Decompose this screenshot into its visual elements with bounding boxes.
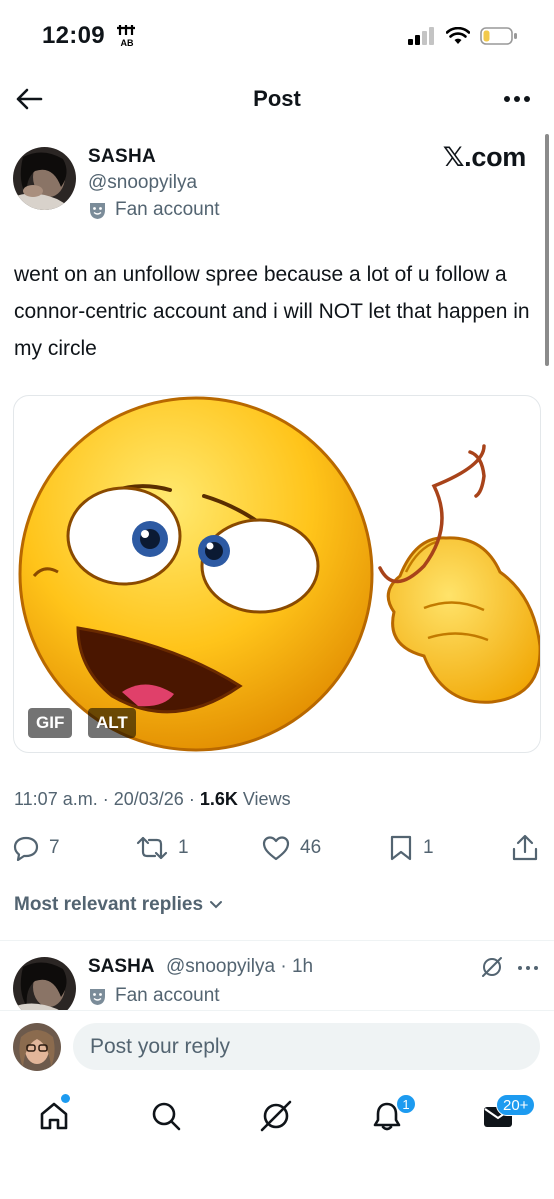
home-icon: [40, 1102, 68, 1130]
confused-emoji-image: [18, 396, 540, 752]
battery-icon: [480, 27, 517, 45]
status-time: 12:09: [42, 22, 105, 49]
gif-badge: GIF: [28, 708, 73, 738]
tab-search[interactable]: [144, 1094, 188, 1138]
theater-mask-icon: [90, 988, 105, 1005]
reply-author-name[interactable]: SASHA: [88, 956, 155, 978]
alt-text-button[interactable]: ALT: [88, 708, 136, 738]
grok-icon: [260, 1100, 292, 1132]
avatar-image: [13, 147, 76, 210]
messages-badge: 20+: [496, 1094, 536, 1116]
post-meta: 11:07 a.m. · 20/03/26 · 1.6K Views: [14, 789, 291, 809]
search-icon: [152, 1102, 181, 1131]
more-horizontal-icon[interactable]: [516, 960, 540, 976]
status-bar: 12:09 AB: [0, 0, 554, 70]
divider: [0, 940, 554, 941]
reply-button[interactable]: 7: [13, 830, 60, 866]
wifi-icon: [446, 27, 470, 44]
my-avatar[interactable]: [13, 1023, 61, 1071]
repost-button[interactable]: 1: [136, 830, 189, 866]
theater-mask-icon: [90, 202, 105, 219]
like-button[interactable]: 46: [262, 830, 321, 866]
chevron-down-icon: [210, 901, 223, 909]
signal-bars-icon: [408, 27, 434, 45]
page-title: Post: [253, 86, 301, 111]
reply-icon: [13, 836, 39, 861]
views-count[interactable]: 1.6K: [200, 789, 238, 809]
share-button[interactable]: [512, 830, 538, 866]
post-actions: 7 1 46 1: [0, 830, 554, 866]
bookmark-count: 1: [423, 837, 434, 858]
repost-icon: [136, 836, 168, 860]
post-media-gif[interactable]: GIF ALT: [13, 395, 541, 753]
author-name[interactable]: SASHA: [88, 146, 156, 168]
heart-icon: [262, 836, 290, 861]
music-note-icon: AB: [117, 25, 135, 48]
author-handle[interactable]: @snoopyilya: [88, 172, 197, 194]
reply-count: 7: [49, 837, 60, 858]
notifications-badge: 1: [396, 1094, 416, 1114]
fan-account-badge: Fan account: [88, 199, 220, 221]
home-unread-dot: [61, 1094, 70, 1103]
scrollbar[interactable]: [545, 134, 549, 366]
post-date: 20/03/26: [113, 789, 184, 809]
like-count: 46: [300, 837, 322, 858]
bookmark-icon: [390, 835, 412, 861]
more-options-button[interactable]: [500, 84, 534, 114]
xcom-watermark: 𝕏.com: [442, 142, 527, 172]
avatar-image: [13, 1023, 61, 1071]
more-horizontal-icon: [504, 96, 530, 102]
tab-grok[interactable]: [254, 1094, 298, 1138]
post-time: 11:07 a.m.: [14, 789, 98, 809]
fan-account-label: Fan account: [115, 199, 220, 220]
reply-fan-badge: Fan account: [88, 985, 220, 1007]
replies-sort-dropdown[interactable]: Most relevant replies: [14, 894, 223, 916]
bookmark-button[interactable]: 1: [389, 830, 434, 866]
svg-text:AB: AB: [121, 38, 134, 48]
author-avatar[interactable]: [13, 147, 76, 210]
bottom-tab-bar: 1 20+: [0, 1080, 554, 1199]
top-bar: Post: [0, 70, 554, 128]
replies-sort-label: Most relevant replies: [14, 894, 204, 915]
reply-handle-time[interactable]: @snoopyilya · 1h: [166, 956, 313, 978]
share-icon: [512, 834, 538, 861]
post-text: went on an unfollow spree because a lot …: [14, 263, 530, 360]
grok-icon[interactable]: [480, 955, 504, 979]
reply-fan-label: Fan account: [115, 985, 220, 1006]
repost-count: 1: [178, 837, 189, 858]
reply-input[interactable]: [73, 1023, 540, 1070]
reply-compose-bar: [0, 1010, 554, 1080]
views-label: Views: [242, 789, 291, 809]
